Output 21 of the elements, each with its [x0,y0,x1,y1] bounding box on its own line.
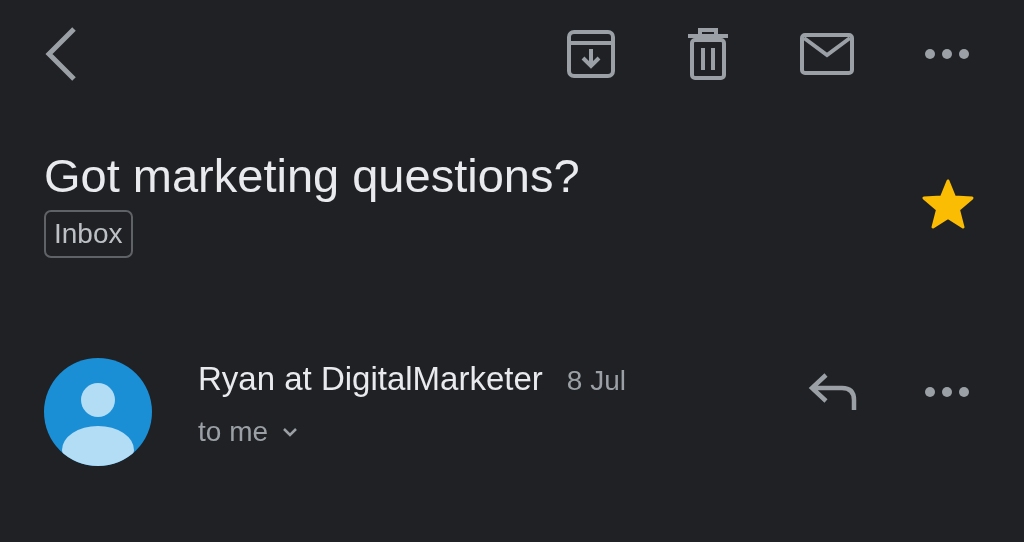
envelope-icon [800,33,854,75]
trash-icon [686,28,730,80]
delete-button[interactable] [686,28,730,80]
more-button[interactable] [924,48,970,60]
recipient-toggle[interactable]: to me [198,416,626,449]
more-icon [924,48,970,60]
more-icon [924,386,970,399]
back-icon [44,26,78,82]
archive-button[interactable] [566,29,616,79]
back-button[interactable] [44,26,78,82]
email-date: 8 Jul [566,365,626,398]
star-button[interactable] [922,179,974,230]
reply-button[interactable] [808,372,858,413]
label-chip: Inbox [44,210,133,259]
sender-name: Ryan at DigitalMarketer [198,360,543,399]
email-subject: Got marketing questions? [44,148,580,204]
reply-icon [808,372,858,413]
mail-button[interactable] [800,33,854,75]
archive-icon [566,29,616,79]
chevron-down-icon [282,427,299,438]
message-more-button[interactable] [924,386,970,399]
